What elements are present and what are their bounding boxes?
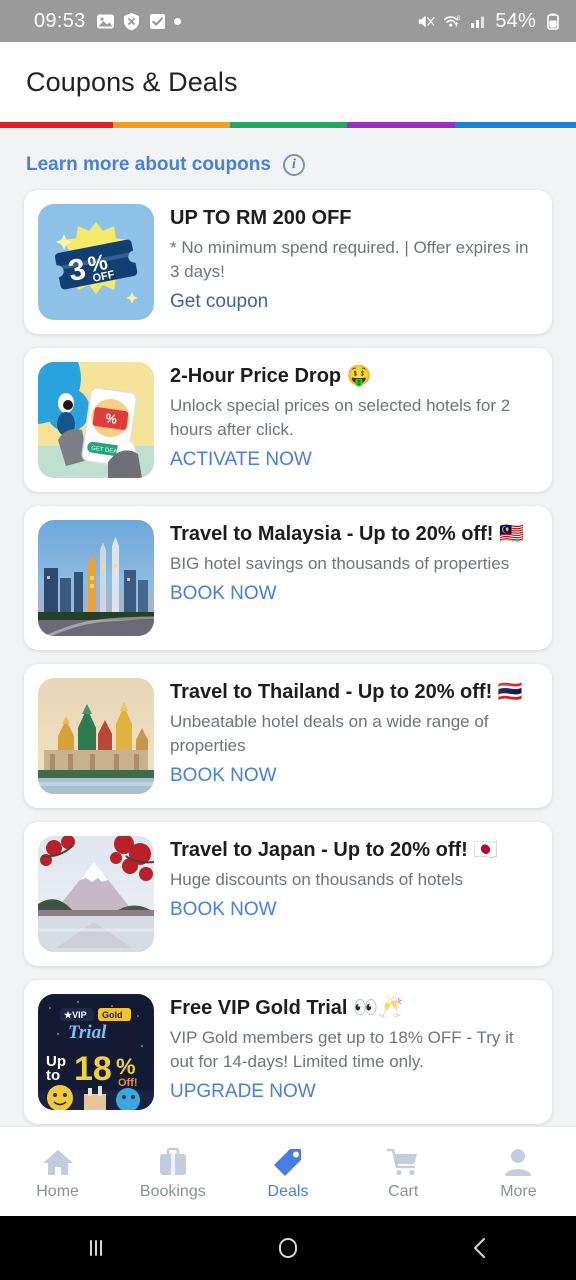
deal-card-vip-gold-trial[interactable]: ★VIP Gold Trial Up to 18% Off! Free VIP Gold T…: [24, 980, 552, 1124]
deal-text-block: 2-Hour Price Drop 🤑 Unlock special price…: [170, 362, 538, 478]
deal-text-block: Travel to Thailand - Up to 20% off! 🇹🇭 U…: [170, 678, 538, 794]
deal-cta-button[interactable]: Get coupon: [170, 291, 268, 313]
deal-title: 2-Hour Price Drop 🤑: [170, 364, 538, 389]
battery-icon: [543, 12, 562, 31]
deals-list[interactable]: Learn more about coupons i 3% OFF UP TO R…: [0, 128, 576, 1126]
kuala-lumpur-skyline-photo: [38, 520, 154, 636]
person-icon: [503, 1143, 533, 1177]
suitcase-icon: [157, 1143, 189, 1177]
deal-text-block: Travel to Malaysia - Up to 20% off! 🇲🇾 B…: [170, 520, 538, 636]
deal-title-emoji: 🇯🇵: [473, 839, 499, 861]
nav-label-cart: Cart: [388, 1182, 419, 1200]
deal-title: Travel to Thailand - Up to 20% off! 🇹🇭: [170, 680, 538, 705]
page-title: Coupons & Deals: [26, 66, 238, 97]
deal-title-text: Free VIP Gold Trial: [170, 997, 348, 1019]
deal-card-travel-malaysia[interactable]: Travel to Malaysia - Up to 20% off! 🇲🇾 B…: [24, 506, 552, 650]
mute-icon: [417, 12, 436, 31]
deal-description: VIP Gold members get up to 18% OFF - Try…: [170, 1028, 514, 1072]
nav-label-deals: Deals: [267, 1182, 309, 1200]
deal-text-block: Travel to Japan - Up to 20% off! 🇯🇵 Huge…: [170, 836, 538, 952]
signal-bars-icon: [469, 12, 488, 31]
image-icon: [96, 12, 115, 31]
android-system-nav[interactable]: [0, 1216, 576, 1280]
nav-item-home[interactable]: Home: [0, 1143, 115, 1201]
nav-label-bookings: Bookings: [139, 1182, 206, 1200]
svg-text:Trial: Trial: [68, 1022, 107, 1043]
deal-title: Free VIP Gold Trial 👀🥂: [170, 996, 538, 1021]
nav-label-more: More: [500, 1182, 537, 1200]
battery-percent-label: 54%: [495, 9, 536, 32]
learn-more-row[interactable]: Learn more about coupons i: [0, 128, 576, 190]
checkbox-icon: [148, 12, 167, 31]
deal-card-travel-thailand[interactable]: Travel to Thailand - Up to 20% off! 🇹🇭 U…: [24, 664, 552, 808]
deal-cta-button[interactable]: BOOK NOW: [170, 765, 277, 787]
deal-title-emoji: 🇲🇾: [498, 523, 524, 545]
phone-screen: 09:53 6 54% Coupons & Deals Learn more a…: [0, 0, 576, 1280]
nav-item-bookings[interactable]: Bookings: [115, 1143, 230, 1201]
vip-gold-trial-18-percent-banner: ★VIP Gold Trial Up to 18% Off!: [38, 994, 154, 1110]
svg-text:★VIP: ★VIP: [64, 1010, 87, 1020]
deal-title: Travel to Japan - Up to 20% off! 🇯🇵: [170, 838, 538, 863]
recents-button[interactable]: [0, 1234, 192, 1262]
status-bar: 09:53 6 54%: [0, 0, 576, 42]
deal-card-travel-japan[interactable]: Travel to Japan - Up to 20% off! 🇯🇵 Huge…: [24, 822, 552, 966]
deal-cta-button[interactable]: BOOK NOW: [170, 899, 277, 921]
status-bar-right: 6 54%: [417, 10, 562, 33]
svg-text:18: 18: [74, 1050, 112, 1088]
deal-card-coupon-rm200[interactable]: 3% OFF UP TO RM 200 OFF * No minimum spen…: [24, 190, 552, 334]
deal-text-block: Free VIP Gold Trial 👀🥂 VIP Gold members …: [170, 994, 538, 1110]
svg-text:to: to: [46, 1067, 60, 1084]
deal-text-block: UP TO RM 200 OFF * No minimum spend requ…: [170, 204, 538, 320]
nav-item-deals[interactable]: Deals: [230, 1143, 345, 1201]
nav-label-home: Home: [36, 1182, 79, 1200]
deal-cta-button[interactable]: BOOK NOW: [170, 583, 277, 605]
deal-title-emoji: 🤑: [346, 365, 372, 387]
learn-more-link[interactable]: Learn more about coupons: [26, 154, 271, 176]
deal-title: Travel to Malaysia - Up to 20% off! 🇲🇾: [170, 522, 538, 547]
mount-fuji-photo: [38, 836, 154, 952]
tag-icon: [272, 1143, 304, 1177]
nav-item-cart[interactable]: Cart: [346, 1143, 461, 1201]
deal-description: BIG hotel savings on thousands of proper…: [170, 554, 510, 573]
home-icon: [41, 1143, 75, 1177]
svg-text:%: %: [116, 1054, 136, 1079]
thailand-grand-palace-photo: [38, 678, 154, 794]
deal-title: UP TO RM 200 OFF: [170, 207, 352, 229]
status-bar-left: 09:53: [14, 10, 181, 33]
home-button[interactable]: [192, 1233, 384, 1263]
deal-title-emoji: 🇹🇭: [497, 681, 523, 703]
phone-price-drop-illustration-icon: % GET DEAL: [38, 362, 154, 478]
deal-title-text: Travel to Thailand - Up to 20% off!: [170, 681, 493, 703]
deal-card-two-hour-price-drop[interactable]: % GET DEAL 2-Hour Price Drop 🤑 Unlock spe…: [24, 348, 552, 492]
status-bar-clock: 09:53: [34, 9, 86, 32]
deal-title-text: Travel to Malaysia - Up to 20% off!: [170, 523, 494, 545]
deal-description: Unbeatable hotel deals on a wide range o…: [170, 712, 489, 756]
cart-icon: [386, 1143, 420, 1177]
svg-text:Off!: Off!: [118, 1077, 138, 1089]
bottom-navigation[interactable]: Home Bookings Deals Cart More: [0, 1126, 576, 1216]
coupon-3-percent-off-badge-icon: 3% OFF: [38, 204, 154, 320]
deal-title-emoji: 👀🥂: [353, 997, 403, 1019]
back-button[interactable]: [384, 1233, 576, 1263]
nav-item-more[interactable]: More: [461, 1143, 576, 1201]
svg-text:6: 6: [457, 16, 461, 22]
deal-title-text: 2-Hour Price Drop: [170, 365, 342, 387]
deal-cta-button[interactable]: UPGRADE NOW: [170, 1081, 316, 1103]
deal-description: * No minimum spend required. | Offer exp…: [170, 238, 529, 282]
shield-x-icon: [122, 12, 141, 31]
deal-title-text: Travel to Japan - Up to 20% off!: [170, 839, 468, 861]
wifi-6-icon: 6: [443, 12, 462, 31]
info-icon[interactable]: i: [282, 154, 305, 176]
dot-icon: [173, 17, 181, 25]
app-header: Coupons & Deals: [0, 42, 576, 122]
deal-description: Huge discounts on thousands of hotels: [170, 870, 463, 889]
deal-description: Unlock special prices on selected hotels…: [170, 396, 511, 440]
svg-text:Gold: Gold: [102, 1010, 123, 1020]
deal-cta-button[interactable]: ACTIVATE NOW: [170, 449, 312, 471]
